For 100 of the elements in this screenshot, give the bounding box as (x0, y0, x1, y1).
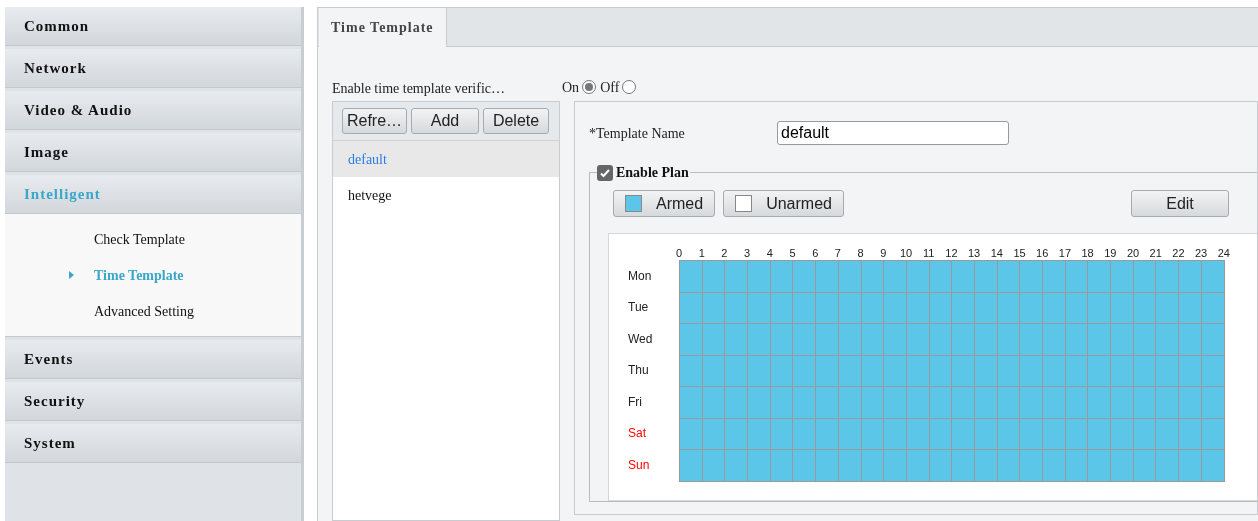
schedule-cell[interactable] (1043, 450, 1066, 482)
schedule-cell[interactable] (861, 450, 885, 482)
schedule-cell[interactable] (884, 324, 907, 356)
schedule-cell[interactable] (1156, 355, 1180, 387)
schedule-cell[interactable] (725, 387, 749, 419)
sidebar-item[interactable]: Events (5, 340, 301, 379)
schedule-cell[interactable] (952, 387, 975, 419)
schedule-cell[interactable] (1133, 261, 1157, 293)
sidebar-item[interactable]: Video & Audio (5, 91, 301, 130)
schedule-cell[interactable] (1088, 418, 1112, 450)
schedule-cell[interactable] (929, 261, 953, 293)
legend-button[interactable]: Unarmed (723, 190, 844, 217)
schedule-cell[interactable] (793, 355, 817, 387)
schedule-cell[interactable] (997, 261, 1021, 293)
schedule-cell[interactable] (680, 387, 703, 419)
submenu-item[interactable]: Check Template (88, 228, 185, 250)
edit-button[interactable]: Edit (1131, 190, 1229, 217)
schedule-cell[interactable] (1201, 324, 1225, 356)
schedule-cell[interactable] (1065, 450, 1089, 482)
sidebar-item[interactable]: Image (5, 133, 301, 172)
sidebar-item[interactable]: Security (5, 382, 301, 421)
schedule-cell[interactable] (974, 387, 998, 419)
schedule-cell[interactable] (1111, 450, 1134, 482)
schedule-cell[interactable] (974, 324, 998, 356)
schedule-cell[interactable] (952, 292, 975, 324)
schedule-cell[interactable] (1156, 324, 1180, 356)
schedule-cell[interactable] (861, 387, 885, 419)
schedule-cell[interactable] (884, 355, 907, 387)
radio-button[interactable] (622, 80, 637, 94)
sidebar-item[interactable]: Network (5, 49, 301, 88)
checkbox[interactable] (597, 164, 613, 181)
schedule-cell[interactable] (1065, 261, 1089, 293)
schedule-cell[interactable] (816, 261, 839, 293)
schedule-cell[interactable] (997, 450, 1021, 482)
schedule-cell[interactable] (838, 324, 862, 356)
schedule-cell[interactable] (770, 450, 794, 482)
schedule-cell[interactable] (952, 261, 975, 293)
schedule-cell[interactable] (1043, 292, 1066, 324)
schedule-cell[interactable] (1156, 261, 1180, 293)
schedule-cell[interactable] (1179, 418, 1202, 450)
schedule-cell[interactable] (1043, 418, 1066, 450)
schedule-cell[interactable] (702, 261, 726, 293)
schedule-cell[interactable] (1065, 387, 1089, 419)
schedule-cell[interactable] (816, 387, 839, 419)
schedule-cell[interactable] (680, 418, 703, 450)
schedule-cell[interactable] (974, 450, 998, 482)
schedule-cell[interactable] (1043, 261, 1066, 293)
schedule-cell[interactable] (793, 387, 817, 419)
schedule-cell[interactable] (748, 355, 771, 387)
schedule-cell[interactable] (838, 261, 862, 293)
schedule-cell[interactable] (770, 261, 794, 293)
schedule-cell[interactable] (748, 387, 771, 419)
schedule-cell[interactable] (1111, 324, 1134, 356)
schedule-cell[interactable] (1179, 324, 1202, 356)
toolbar-button[interactable]: Delete (483, 108, 549, 134)
schedule-cell[interactable] (906, 261, 930, 293)
schedule-cell[interactable] (1088, 450, 1112, 482)
schedule-cell[interactable] (702, 387, 726, 419)
schedule-cell[interactable] (838, 387, 862, 419)
schedule-cell[interactable] (1020, 324, 1043, 356)
schedule-cell[interactable] (861, 324, 885, 356)
schedule-cell[interactable] (1156, 387, 1180, 419)
schedule-cell[interactable] (884, 418, 907, 450)
schedule-cell[interactable] (997, 387, 1021, 419)
schedule-cell[interactable] (680, 324, 703, 356)
schedule-cell[interactable] (1156, 292, 1180, 324)
schedule-cell[interactable] (1133, 387, 1157, 419)
submenu-item[interactable]: Advanced Setting (88, 300, 194, 322)
sidebar-item[interactable]: System (5, 424, 301, 463)
schedule-cell[interactable] (1020, 418, 1043, 450)
schedule-cell[interactable] (680, 292, 703, 324)
schedule-cell[interactable] (1201, 387, 1225, 419)
schedule-cell[interactable] (906, 324, 930, 356)
schedule-cell[interactable] (884, 292, 907, 324)
schedule-cell[interactable] (816, 324, 839, 356)
schedule-cell[interactable] (929, 324, 953, 356)
schedule-cell[interactable] (1020, 261, 1043, 293)
toolbar-button[interactable]: Refre… (342, 108, 407, 134)
toolbar-button[interactable]: Add (411, 108, 479, 134)
schedule-cell[interactable] (1111, 387, 1134, 419)
schedule-cell[interactable] (1179, 450, 1202, 482)
schedule-cell[interactable] (680, 355, 703, 387)
schedule-cell[interactable] (725, 355, 749, 387)
schedule-cell[interactable] (929, 450, 953, 482)
schedule-cell[interactable] (838, 450, 862, 482)
template-name-field[interactable]: default (777, 121, 1009, 145)
schedule-cell[interactable] (725, 261, 749, 293)
schedule-cell[interactable] (1020, 387, 1043, 419)
schedule-cell[interactable] (725, 418, 749, 450)
schedule-cell[interactable] (793, 261, 817, 293)
schedule-cell[interactable] (748, 324, 771, 356)
schedule-cell[interactable] (770, 324, 794, 356)
schedule-cell[interactable] (1111, 418, 1134, 450)
schedule-cell[interactable] (725, 324, 749, 356)
schedule-cell[interactable] (702, 324, 726, 356)
schedule-cell[interactable] (884, 387, 907, 419)
schedule-cell[interactable] (952, 355, 975, 387)
schedule-cell[interactable] (1179, 261, 1202, 293)
sidebar-item[interactable]: Common (5, 7, 301, 46)
schedule-cell[interactable] (748, 261, 771, 293)
